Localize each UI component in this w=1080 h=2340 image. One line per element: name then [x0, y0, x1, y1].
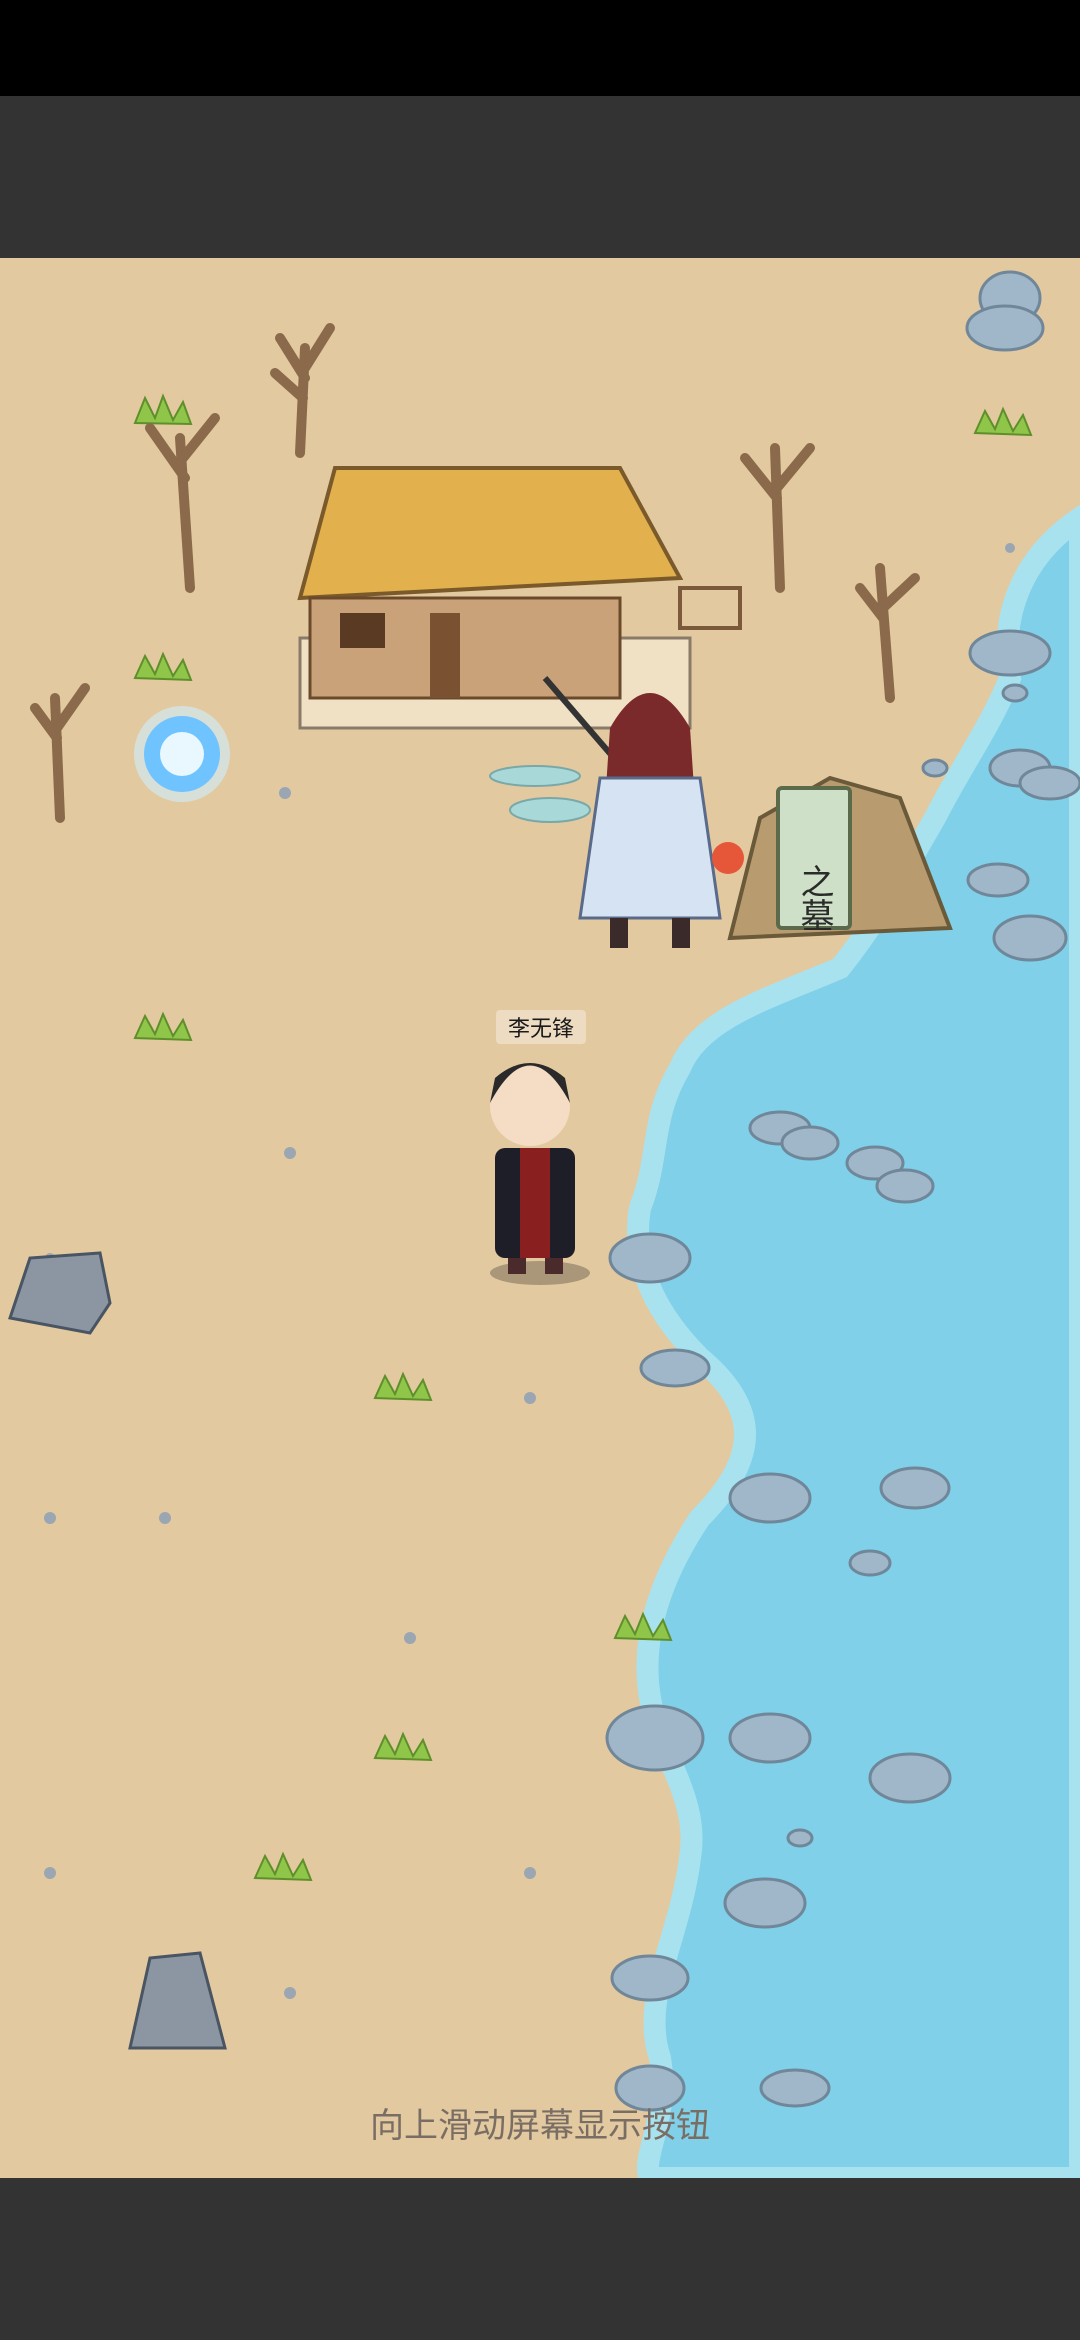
status-bar — [0, 0, 1080, 96]
house-icon — [297, 466, 742, 730]
game-map[interactable]: 之墓 李无锋 向上滑动屏幕显示按钮 — [0, 258, 1080, 2178]
tomb-icon: 之墓 — [727, 775, 953, 941]
map-artwork: 之墓 — [8, 270, 1080, 2178]
bottom-bar — [0, 2178, 1080, 2340]
top-bar — [0, 96, 1080, 258]
npc-name-label: 李无锋 — [496, 1010, 586, 1044]
tomb-inscription: 之墓 — [794, 864, 834, 932]
puddles — [489, 765, 591, 823]
rock-icon — [8, 1251, 227, 2050]
player-character[interactable] — [490, 1063, 590, 1285]
swipe-hint-text: 向上滑动屏幕显示按钮 — [370, 2106, 710, 2146]
portal-icon[interactable] — [134, 706, 230, 802]
